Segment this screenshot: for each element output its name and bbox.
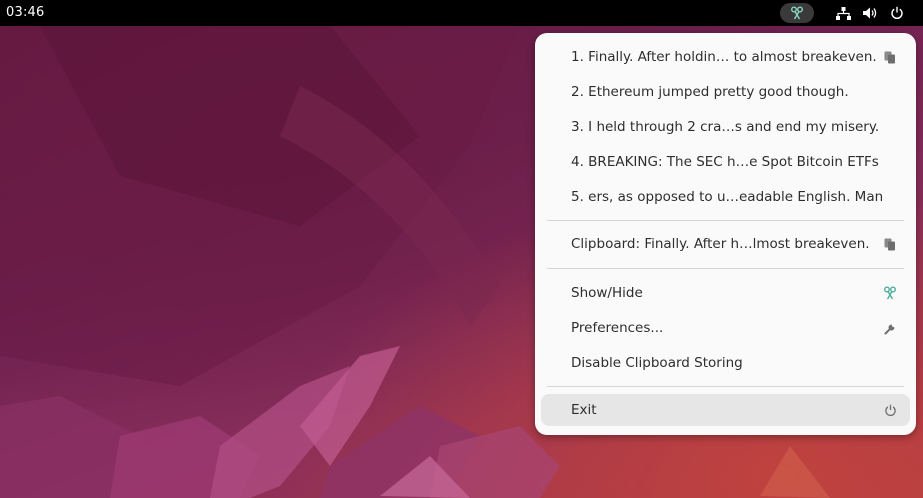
- history-item-1[interactable]: 1. Finally. After holdin… to almost brea…: [541, 41, 910, 73]
- disable-storing-label: Disable Clipboard Storing: [571, 355, 743, 371]
- top-bar: 03:46: [0, 0, 923, 26]
- exit-label: Exit: [571, 402, 597, 418]
- copy-icon[interactable]: [882, 236, 898, 252]
- menu-separator: [547, 220, 904, 221]
- clipboard-indicator-icon: [791, 6, 803, 20]
- power-icon: [882, 402, 898, 418]
- power-icon[interactable]: [888, 4, 906, 22]
- show-hide-item[interactable]: Show/Hide: [541, 277, 910, 309]
- show-hide-label: Show/Hide: [571, 285, 643, 301]
- history-item-4[interactable]: 4. BREAKING: The SEC h…e Spot Bitcoin ET…: [541, 146, 910, 178]
- history-item-2[interactable]: 2. Ethereum jumped pretty good though.: [541, 76, 910, 108]
- preferences-label: Preferences...: [571, 320, 664, 336]
- current-clipboard-item[interactable]: Clipboard: Finally. After h…lmost breake…: [541, 228, 910, 260]
- preferences-item[interactable]: Preferences...: [541, 312, 910, 344]
- exit-item[interactable]: Exit: [541, 394, 910, 426]
- volume-icon[interactable]: [861, 4, 879, 22]
- history-item-label: 3. I held through 2 cra…s and end my mis…: [571, 119, 880, 135]
- clipboard-label: Clipboard: Finally. After h…lmost breake…: [571, 236, 870, 252]
- history-item-label: 2. Ethereum jumped pretty good though.: [571, 84, 849, 100]
- menu-separator: [547, 268, 904, 269]
- history-item-label: 1. Finally. After holdin… to almost brea…: [571, 49, 877, 65]
- disable-clipboard-storing-item[interactable]: Disable Clipboard Storing: [541, 347, 910, 379]
- history-item-label: 5. ers, as opposed to u…eadable English.…: [571, 189, 884, 205]
- clipboard-indicator-icon: [882, 285, 898, 301]
- wrench-icon: [882, 320, 898, 336]
- network-icon[interactable]: [834, 4, 852, 22]
- history-item-5[interactable]: 5. ers, as opposed to u…eadable English.…: [541, 181, 910, 213]
- history-item-3[interactable]: 3. I held through 2 cra…s and end my mis…: [541, 111, 910, 143]
- menu-separator: [547, 386, 904, 387]
- clipboard-indicator-button[interactable]: [780, 3, 814, 23]
- history-item-label: 4. BREAKING: The SEC h…e Spot Bitcoin ET…: [571, 154, 879, 170]
- clipboard-indicator-menu: 1. Finally. After holdin… to almost brea…: [535, 33, 916, 435]
- copy-icon[interactable]: [882, 49, 898, 65]
- clock[interactable]: 03:46: [6, 5, 44, 20]
